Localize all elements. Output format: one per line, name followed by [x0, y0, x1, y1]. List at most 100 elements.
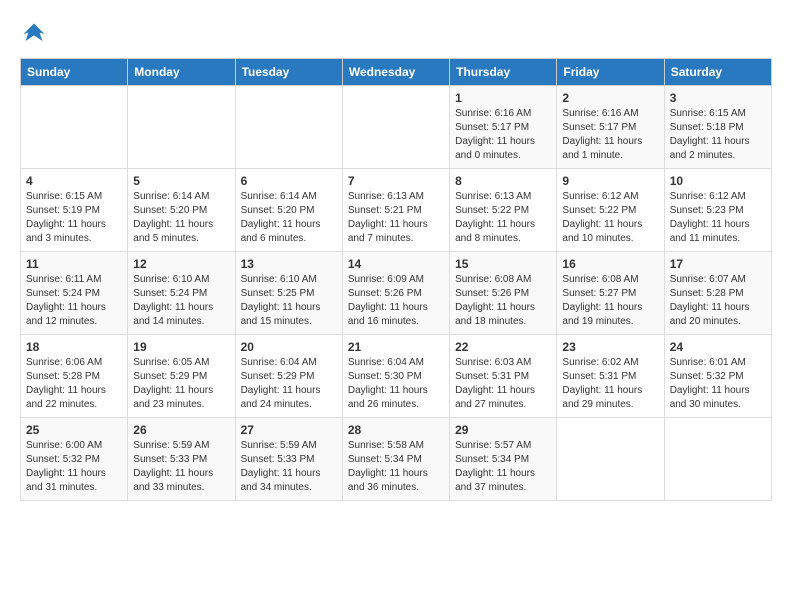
day-cell: 1 Sunrise: 6:16 AM Sunset: 5:17 PM Daylig… — [450, 86, 557, 169]
day-number: 11 — [26, 257, 122, 271]
column-header-thursday: Thursday — [450, 59, 557, 86]
day-info: Sunrise: 6:14 AM Sunset: 5:20 PM Dayligh… — [241, 190, 337, 246]
day-number: 20 — [241, 340, 337, 354]
day-number: 5 — [133, 174, 229, 188]
day-cell: 23 Sunrise: 6:02 AM Sunset: 5:31 PM Dayli… — [557, 335, 664, 418]
day-info: Sunrise: 5:59 AM Sunset: 5:33 PM Dayligh… — [241, 439, 337, 495]
column-header-monday: Monday — [128, 59, 235, 86]
day-number: 9 — [562, 174, 658, 188]
day-cell: 18Sunrise: 6:06 AM Sunset: 5:28 PM Dayli… — [21, 335, 128, 418]
week-row-1: 1 Sunrise: 6:16 AM Sunset: 5:17 PM Daylig… — [21, 86, 772, 169]
day-info: Sunrise: 6:13 AM Sunset: 5:21 PM Dayligh… — [348, 190, 444, 246]
day-info: Sunrise: 6:15 AM Sunset: 5:18 PM Dayligh… — [670, 107, 766, 163]
day-cell: 5 Sunrise: 6:14 AM Sunset: 5:20 PM Daylig… — [128, 169, 235, 252]
day-info: Sunrise: 6:10 AM Sunset: 5:24 PM Dayligh… — [133, 273, 229, 329]
logo-icon — [20, 20, 48, 48]
day-info: Sunrise: 6:08 AM Sunset: 5:26 PM Dayligh… — [455, 273, 551, 329]
day-number: 2 — [562, 91, 658, 105]
day-cell: 9 Sunrise: 6:12 AM Sunset: 5:22 PM Daylig… — [557, 169, 664, 252]
day-number: 3 — [670, 91, 766, 105]
column-header-wednesday: Wednesday — [342, 59, 449, 86]
day-info: Sunrise: 6:08 AM Sunset: 5:27 PM Dayligh… — [562, 273, 658, 329]
day-cell: 3 Sunrise: 6:15 AM Sunset: 5:18 PM Daylig… — [664, 86, 771, 169]
week-row-3: 11 Sunrise: 6:11 AM Sunset: 5:24 PM Dayli… — [21, 252, 772, 335]
day-info: Sunrise: 6:03 AM Sunset: 5:31 PM Dayligh… — [455, 356, 551, 412]
day-cell: 2 Sunrise: 6:16 AM Sunset: 5:17 PM Daylig… — [557, 86, 664, 169]
day-info: Sunrise: 6:04 AM Sunset: 5:30 PM Dayligh… — [348, 356, 444, 412]
day-number: 17 — [670, 257, 766, 271]
column-header-saturday: Saturday — [664, 59, 771, 86]
day-number: 29 — [455, 423, 551, 437]
day-cell — [128, 86, 235, 169]
day-info: Sunrise: 5:59 AM Sunset: 5:33 PM Dayligh… — [133, 439, 229, 495]
day-info: Sunrise: 6:16 AM Sunset: 5:17 PM Dayligh… — [455, 107, 551, 163]
day-info: Sunrise: 6:12 AM Sunset: 5:23 PM Dayligh… — [670, 190, 766, 246]
week-row-2: 4 Sunrise: 6:15 AM Sunset: 5:19 PM Daylig… — [21, 169, 772, 252]
day-number: 19 — [133, 340, 229, 354]
day-cell: 28 Sunrise: 5:58 AM Sunset: 5:34 PM Dayli… — [342, 418, 449, 501]
day-cell: 25 Sunrise: 6:00 AM Sunset: 5:32 PM Dayli… — [21, 418, 128, 501]
day-cell: 13 Sunrise: 6:10 AM Sunset: 5:25 PM Dayli… — [235, 252, 342, 335]
day-info: Sunrise: 5:57 AM Sunset: 5:34 PM Dayligh… — [455, 439, 551, 495]
day-info: Sunrise: 6:12 AM Sunset: 5:22 PM Dayligh… — [562, 190, 658, 246]
day-cell: 19 Sunrise: 6:05 AM Sunset: 5:29 PM Dayli… — [128, 335, 235, 418]
day-number: 6 — [241, 174, 337, 188]
day-number: 8 — [455, 174, 551, 188]
day-cell — [557, 418, 664, 501]
day-cell: 24 Sunrise: 6:01 AM Sunset: 5:32 PM Dayli… — [664, 335, 771, 418]
day-info: Sunrise: 6:06 AM Sunset: 5:28 PM Dayligh… — [26, 356, 122, 412]
day-info: Sunrise: 6:16 AM Sunset: 5:17 PM Dayligh… — [562, 107, 658, 163]
day-info: Sunrise: 6:10 AM Sunset: 5:25 PM Dayligh… — [241, 273, 337, 329]
day-cell — [21, 86, 128, 169]
day-number: 27 — [241, 423, 337, 437]
day-number: 21 — [348, 340, 444, 354]
day-cell: 11 Sunrise: 6:11 AM Sunset: 5:24 PM Dayli… — [21, 252, 128, 335]
day-number: 4 — [26, 174, 122, 188]
day-number: 15 — [455, 257, 551, 271]
day-cell: 7Sunrise: 6:13 AM Sunset: 5:21 PM Daylig… — [342, 169, 449, 252]
day-cell: 10 Sunrise: 6:12 AM Sunset: 5:23 PM Dayli… — [664, 169, 771, 252]
day-number: 1 — [455, 91, 551, 105]
day-info: Sunrise: 6:01 AM Sunset: 5:32 PM Dayligh… — [670, 356, 766, 412]
day-number: 25 — [26, 423, 122, 437]
calendar-table: SundayMondayTuesdayWednesdayThursdayFrid… — [20, 58, 772, 501]
day-cell — [342, 86, 449, 169]
column-header-friday: Friday — [557, 59, 664, 86]
day-info: Sunrise: 6:04 AM Sunset: 5:29 PM Dayligh… — [241, 356, 337, 412]
day-number: 24 — [670, 340, 766, 354]
day-cell: 16 Sunrise: 6:08 AM Sunset: 5:27 PM Dayli… — [557, 252, 664, 335]
day-number: 28 — [348, 423, 444, 437]
day-cell: 14 Sunrise: 6:09 AM Sunset: 5:26 PM Dayli… — [342, 252, 449, 335]
day-info: Sunrise: 6:02 AM Sunset: 5:31 PM Dayligh… — [562, 356, 658, 412]
day-info: Sunrise: 6:00 AM Sunset: 5:32 PM Dayligh… — [26, 439, 122, 495]
day-number: 14 — [348, 257, 444, 271]
day-number: 23 — [562, 340, 658, 354]
day-info: Sunrise: 6:14 AM Sunset: 5:20 PM Dayligh… — [133, 190, 229, 246]
day-cell — [235, 86, 342, 169]
day-cell: 27 Sunrise: 5:59 AM Sunset: 5:33 PM Dayli… — [235, 418, 342, 501]
day-info: Sunrise: 6:11 AM Sunset: 5:24 PM Dayligh… — [26, 273, 122, 329]
page-header — [20, 20, 772, 48]
week-row-4: 18Sunrise: 6:06 AM Sunset: 5:28 PM Dayli… — [21, 335, 772, 418]
day-number: 12 — [133, 257, 229, 271]
day-cell — [664, 418, 771, 501]
day-cell: 26 Sunrise: 5:59 AM Sunset: 5:33 PM Dayli… — [128, 418, 235, 501]
day-cell: 22 Sunrise: 6:03 AM Sunset: 5:31 PM Dayli… — [450, 335, 557, 418]
day-number: 22 — [455, 340, 551, 354]
day-info: Sunrise: 6:07 AM Sunset: 5:28 PM Dayligh… — [670, 273, 766, 329]
day-number: 13 — [241, 257, 337, 271]
day-info: Sunrise: 6:09 AM Sunset: 5:26 PM Dayligh… — [348, 273, 444, 329]
week-row-5: 25 Sunrise: 6:00 AM Sunset: 5:32 PM Dayli… — [21, 418, 772, 501]
day-cell: 21 Sunrise: 6:04 AM Sunset: 5:30 PM Dayli… — [342, 335, 449, 418]
day-number: 10 — [670, 174, 766, 188]
day-cell: 4 Sunrise: 6:15 AM Sunset: 5:19 PM Daylig… — [21, 169, 128, 252]
day-cell: 29 Sunrise: 5:57 AM Sunset: 5:34 PM Dayli… — [450, 418, 557, 501]
day-cell: 17 Sunrise: 6:07 AM Sunset: 5:28 PM Dayli… — [664, 252, 771, 335]
day-cell: 15 Sunrise: 6:08 AM Sunset: 5:26 PM Dayli… — [450, 252, 557, 335]
day-number: 26 — [133, 423, 229, 437]
day-info: Sunrise: 5:58 AM Sunset: 5:34 PM Dayligh… — [348, 439, 444, 495]
day-number: 16 — [562, 257, 658, 271]
day-info: Sunrise: 6:05 AM Sunset: 5:29 PM Dayligh… — [133, 356, 229, 412]
day-cell: 12 Sunrise: 6:10 AM Sunset: 5:24 PM Dayli… — [128, 252, 235, 335]
day-info: Sunrise: 6:15 AM Sunset: 5:19 PM Dayligh… — [26, 190, 122, 246]
